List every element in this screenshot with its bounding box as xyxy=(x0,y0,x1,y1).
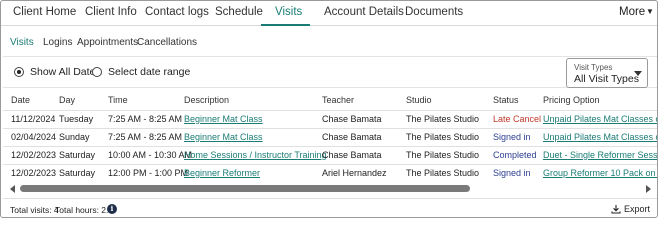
row-divider xyxy=(3,164,657,165)
visits-panel: Client Home Client Info Contact logs Sch… xyxy=(0,0,658,218)
tab-client-info[interactable]: Client Info xyxy=(85,6,137,18)
top-nav: Client Home Client Info Contact logs Sch… xyxy=(1,1,657,26)
select-date-range-label[interactable]: Select date range xyxy=(108,66,190,78)
cell-day: Saturday xyxy=(59,150,96,160)
tab-client-home[interactable]: Client Home xyxy=(13,6,76,18)
visit-types-value: All Visit Types xyxy=(574,73,639,85)
cell-pricing-option-link[interactable]: Unpaid Pilates Mat Classes on 02/06/2024 xyxy=(543,114,657,124)
show-all-dates-radio[interactable] xyxy=(14,67,24,77)
cell-status: Late Cancel xyxy=(493,114,542,124)
cell-teacher: Ariel Hernandez xyxy=(322,168,387,178)
visit-types-select[interactable]: Visit Types All Visit Types xyxy=(566,58,648,88)
select-date-range-radio[interactable] xyxy=(92,67,102,77)
subtab-logins[interactable]: Logins xyxy=(43,37,72,48)
column-header-description: Description xyxy=(184,95,230,105)
tab-documents[interactable]: Documents xyxy=(405,6,463,18)
tab-contact-logs[interactable]: Contact logs xyxy=(145,6,209,18)
column-header-pricing-option: Pricing Option xyxy=(543,95,600,105)
cell-date: 12/02/2023 xyxy=(11,150,57,160)
cell-pricing-option-link[interactable]: Group Reformer 10 Pack on 12/02/2023 xyxy=(543,168,657,178)
cell-status: Signed in xyxy=(493,132,531,142)
cell-time: 7:25 AM - 8:25 AM xyxy=(108,132,183,142)
column-header-studio: Studio xyxy=(406,95,432,105)
row-divider xyxy=(3,146,657,147)
column-header-day: Day xyxy=(59,95,76,105)
cell-time: 12:00 PM - 1:00 PM xyxy=(108,168,189,178)
cell-date: 11/12/2024 xyxy=(11,114,56,124)
total-visits: Total visits: 4 xyxy=(10,205,59,215)
cell-description-link[interactable]: Beginner Reformer xyxy=(184,168,260,178)
scroll-right-arrow-icon[interactable] xyxy=(646,185,651,193)
cell-pricing-option-link[interactable]: Duet - Single Reformer Session on 12/02/… xyxy=(543,150,657,160)
info-icon[interactable]: i xyxy=(107,204,117,214)
cell-description-link[interactable]: Beginner Mat Class xyxy=(184,114,263,124)
cell-studio: The Pilates Studio xyxy=(406,114,480,124)
table-footer: Total visits: 4 Total hours: 2.5 i Expor… xyxy=(3,198,657,217)
column-header-teacher: Teacher xyxy=(322,95,355,105)
cell-date: 12/02/2023 xyxy=(11,168,57,178)
cell-pricing-option-link[interactable]: Unpaid Pilates Mat Classes on 02/06/2024 xyxy=(543,132,657,142)
cell-studio: The Pilates Studio xyxy=(406,132,480,142)
cell-studio: The Pilates Studio xyxy=(406,150,480,160)
row-divider xyxy=(3,128,657,129)
export-label: Export xyxy=(624,204,651,214)
header-divider xyxy=(3,110,657,111)
subtab-visits[interactable]: Visits xyxy=(10,37,34,48)
subtab-cancellations[interactable]: Cancellations xyxy=(137,37,197,48)
cell-description-link[interactable]: Beginner Mat Class xyxy=(184,132,263,142)
cell-time: 10:00 AM - 10:30 AM xyxy=(108,150,193,160)
scroll-left-arrow-icon[interactable] xyxy=(10,185,15,193)
tab-account-details[interactable]: Account Details xyxy=(324,6,404,18)
cell-date: 02/04/2024 xyxy=(11,132,57,142)
scrollbar-thumb[interactable] xyxy=(20,185,470,192)
cell-status: Completed xyxy=(493,150,537,160)
cell-teacher: Chase Bamata xyxy=(322,150,382,160)
visit-types-label: Visit Types xyxy=(574,63,613,72)
column-header-status: Status xyxy=(493,95,519,105)
subtab-appointments[interactable]: Appointments xyxy=(77,37,138,48)
total-hours: Total hours: 2.5 xyxy=(55,205,114,215)
tab-schedule[interactable]: Schedule xyxy=(215,6,263,18)
chevron-down-icon: ▼ xyxy=(646,7,654,16)
active-tab-indicator xyxy=(261,24,310,26)
download-icon xyxy=(611,205,621,214)
more-menu-button[interactable]: More xyxy=(619,6,645,18)
cell-studio: The Pilates Studio xyxy=(406,168,480,178)
cell-teacher: Chase Bamata xyxy=(322,114,382,124)
horizontal-scrollbar[interactable] xyxy=(9,184,655,194)
cell-day: Sunday xyxy=(59,132,90,142)
cell-day: Tuesday xyxy=(59,114,94,124)
tab-visits[interactable]: Visits xyxy=(275,6,302,18)
date-filter-panel: Show All Dates Select date range Visit T… xyxy=(3,56,657,88)
show-all-dates-label[interactable]: Show All Dates xyxy=(30,66,101,78)
caret-down-icon xyxy=(634,71,642,76)
cell-time: 7:25 AM - 8:25 AM xyxy=(108,114,183,124)
cell-status: Signed in xyxy=(493,168,531,178)
cell-day: Saturday xyxy=(59,168,96,178)
column-header-date: Date xyxy=(11,95,31,105)
column-header-time: Time xyxy=(108,95,128,105)
cell-description-link[interactable]: Home Sessions / Instructor Training xyxy=(184,150,327,160)
cell-teacher: Chase Bamata xyxy=(322,132,382,142)
